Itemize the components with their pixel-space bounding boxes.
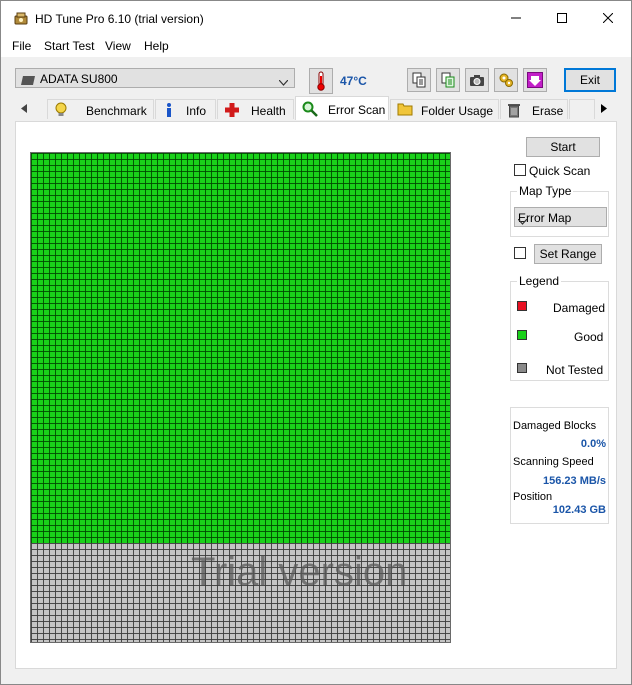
menu-help[interactable]: Help	[144, 39, 169, 53]
tab-error-scan[interactable]: Error Scan	[295, 96, 389, 120]
exit-button[interactable]: Exit	[564, 68, 616, 92]
start-button[interactable]: Start	[526, 137, 600, 157]
tab-scroll-right-icon[interactable]	[595, 97, 613, 119]
tab-overflow	[569, 99, 595, 119]
position-label: Position	[513, 491, 553, 503]
drive-select[interactable]: ADATA SU800	[15, 68, 295, 88]
info-icon	[162, 102, 176, 121]
legend-label-damaged: Damaged	[553, 301, 606, 315]
tab-erase[interactable]: Erase	[500, 99, 568, 119]
screenshot-icon[interactable]	[465, 68, 489, 92]
close-button[interactable]	[585, 1, 631, 35]
legend-swatch-good	[517, 330, 527, 340]
quick-scan-checkbox[interactable]	[514, 164, 526, 176]
set-range-button[interactable]: Set Range	[534, 244, 602, 264]
drive-name: ADATA SU800	[40, 72, 118, 86]
map-type-select[interactable]: Error Map	[514, 207, 607, 227]
health-icon	[224, 102, 240, 121]
set-range-checkbox[interactable]	[514, 247, 526, 259]
tab-strip: Benchmark Info Health Error Scan Folder …	[15, 96, 617, 121]
legend-swatch-damaged	[517, 301, 527, 311]
tab-health[interactable]: Health	[217, 99, 294, 119]
app-window: HD Tune Pro 6.10 (trial version) File St…	[0, 0, 632, 685]
position-value: 102.43 GB	[552, 504, 606, 516]
maximize-button[interactable]	[539, 1, 585, 35]
tab-folder-usage[interactable]: Folder Usage	[390, 99, 499, 119]
menu-view[interactable]: View	[105, 39, 131, 53]
damaged-blocks-label: Damaged Blocks	[513, 420, 597, 432]
app-icon	[13, 11, 29, 27]
thermometer-icon[interactable]	[309, 68, 333, 94]
tab-scroll-left-icon[interactable]	[15, 97, 33, 119]
legend-label-not-tested: Not Tested	[546, 363, 604, 377]
options-icon[interactable]	[494, 68, 518, 92]
chevron-down-icon	[517, 214, 602, 228]
drive-icon	[21, 74, 35, 88]
chevron-down-icon	[278, 75, 289, 89]
benchmark-icon	[54, 102, 68, 121]
map-type-title: Map Type	[517, 184, 574, 198]
scan-map-good-blocks	[31, 153, 450, 543]
magnifier-icon	[302, 101, 318, 120]
copy-info-icon[interactable]	[436, 68, 460, 92]
tab-info[interactable]: Info	[155, 99, 216, 119]
legend-swatch-not-tested	[517, 363, 527, 373]
minimize-button[interactable]	[493, 1, 539, 35]
folder-icon	[397, 102, 413, 119]
copy-text-icon[interactable]	[407, 68, 431, 92]
title-bar: HD Tune Pro 6.10 (trial version)	[1, 1, 631, 35]
toolbar: ADATA SU800 47°C Exit	[1, 57, 631, 97]
error-scan-panel: Trial version Start Quick Scan Map Type …	[15, 121, 617, 669]
trial-watermark: Trial version	[191, 550, 408, 594]
menu-bar: File Start Test View Help	[1, 35, 631, 57]
damaged-blocks-value: 0.0%	[580, 438, 606, 450]
temperature-value: 47°C	[340, 74, 367, 88]
trash-icon	[507, 102, 521, 121]
window-title: HD Tune Pro 6.10 (trial version)	[35, 12, 204, 26]
tab-benchmark[interactable]: Benchmark	[47, 99, 154, 119]
legend-label-good: Good	[574, 330, 604, 344]
scanning-speed-value: 156.23 MB/s	[543, 475, 606, 487]
legend-title: Legend	[517, 274, 562, 288]
save-icon[interactable]	[523, 68, 547, 92]
quick-scan-label: Quick Scan	[529, 164, 591, 178]
menu-start-test[interactable]: Start Test	[44, 39, 94, 53]
scanning-speed-label: Scanning Speed	[513, 456, 594, 468]
menu-file[interactable]: File	[12, 39, 31, 53]
